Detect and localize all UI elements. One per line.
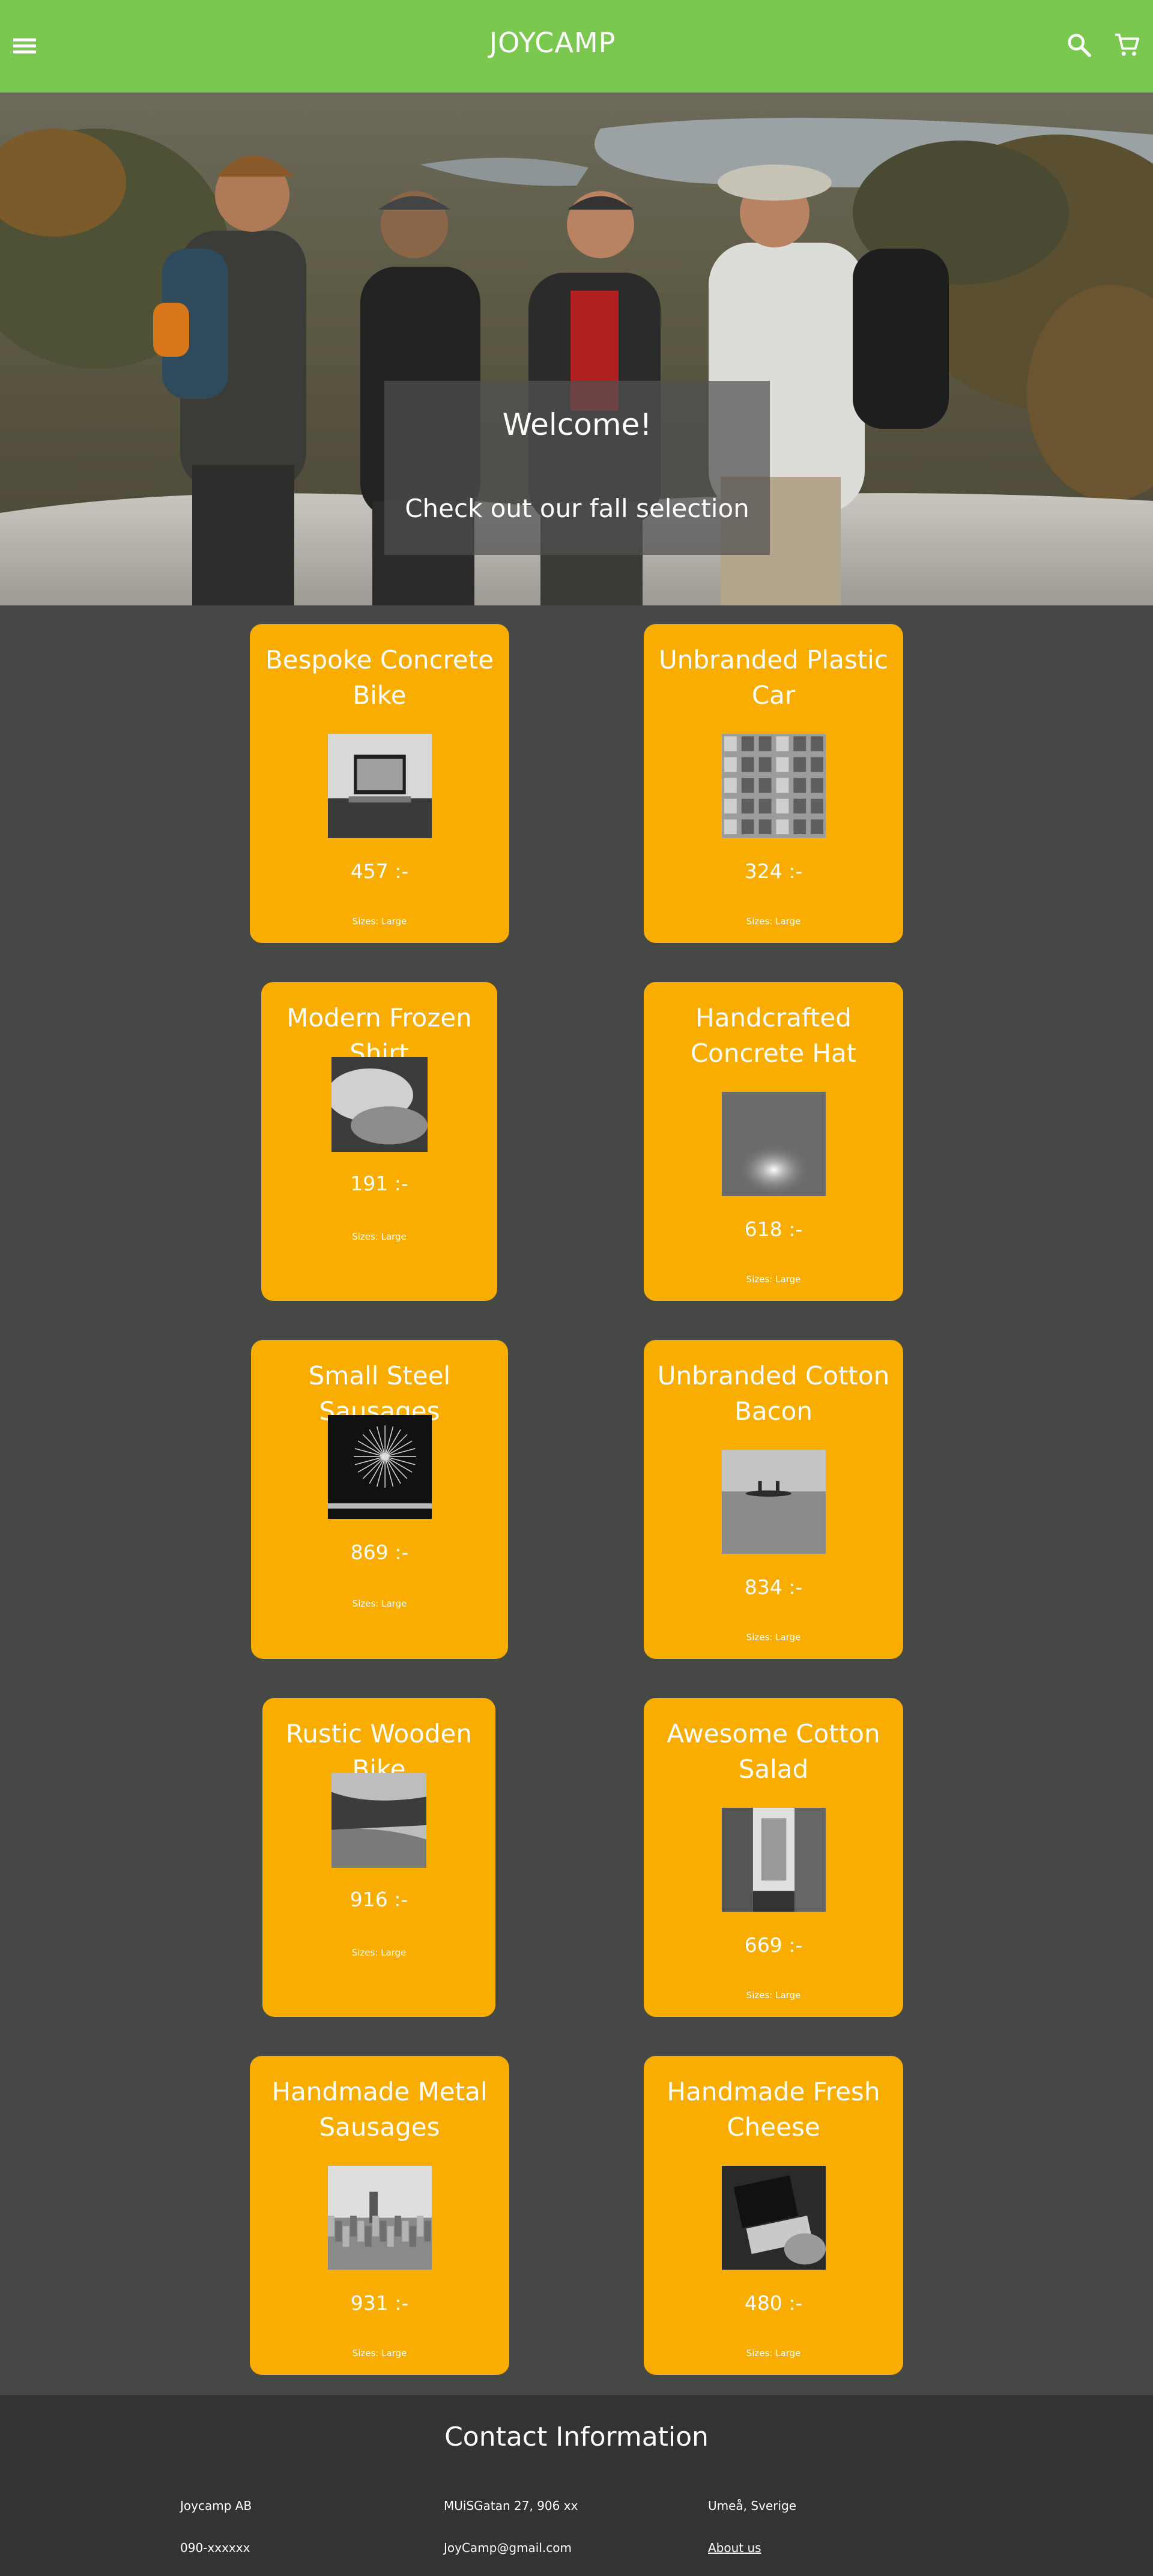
- product-image[interactable]: [331, 1773, 426, 1868]
- product-price: 191 :-: [350, 1172, 408, 1195]
- contact-title: Contact Information: [444, 2422, 709, 2452]
- product-sizes: Sizes: Large: [746, 1274, 801, 1285]
- top-app-bar: JOYCAMP: [0, 0, 1153, 92]
- city-text: Umeå, Sverige: [708, 2499, 797, 2513]
- phone-text: 090-xxxxxx: [180, 2541, 250, 2555]
- product-price: 457 :-: [350, 859, 409, 883]
- hero-banner: Welcome! Check out our fall selection: [0, 92, 1153, 605]
- product-card[interactable]: Handmade Metal Sausages 931 :- Sizes: Larg…: [250, 2056, 509, 2375]
- product-image[interactable]: [327, 1415, 432, 1519]
- address-text: MUiSGatan 27, 906 xx: [444, 2499, 578, 2513]
- product-card[interactable]: Unbranded Plastic Car 324 :- Sizes: Large: [644, 624, 903, 943]
- company-name: Joycamp AB: [180, 2499, 252, 2513]
- product-image[interactable]: [721, 734, 826, 838]
- product-card[interactable]: Unbranded Cotton Bacon 834 :- Sizes: Large: [644, 1340, 903, 1659]
- product-image[interactable]: [721, 2166, 826, 2270]
- product-title: Handmade Metal Sausages: [271, 2077, 488, 2142]
- product-price: 480 :-: [744, 2291, 803, 2315]
- product-sizes: Sizes: Large: [746, 2348, 801, 2359]
- product-card[interactable]: Small Steel Sausages 869 :- Sizes: Large: [251, 1340, 508, 1659]
- product-card[interactable]: Bespoke Concrete Bike 457 :- Sizes: Large: [250, 624, 509, 943]
- product-sizes: Sizes: Large: [746, 1632, 801, 1643]
- brand-title[interactable]: JOYCAMP: [0, 26, 1105, 59]
- product-sizes: Sizes: Large: [352, 2348, 407, 2359]
- product-card[interactable]: Awesome Cotton Salad 669 :- Sizes: Large: [644, 1698, 903, 2017]
- product-title: Awesome Cotton Salad: [667, 1719, 880, 1784]
- cart-icon[interactable]: [1113, 31, 1141, 59]
- product-sizes: Sizes: Large: [351, 1947, 407, 1958]
- product-card[interactable]: Rustic Wooden Bike 916 :- Sizes: Large: [262, 1698, 495, 2017]
- product-title: Handcrafted Concrete Hat: [690, 1003, 857, 1068]
- product-sizes: Sizes: Large: [352, 916, 407, 927]
- about-us-link[interactable]: About us: [708, 2541, 761, 2555]
- product-sizes: Sizes: Large: [746, 1990, 801, 2001]
- search-icon[interactable]: [1065, 31, 1093, 59]
- footer: Contact Information Joycamp AB MUiSGatan…: [0, 2395, 1153, 2576]
- product-sizes: Sizes: Large: [746, 916, 801, 927]
- product-card[interactable]: Handcrafted Concrete Hat 618 :- Sizes: Lar…: [644, 982, 903, 1301]
- product-price: 669 :-: [744, 1933, 803, 1957]
- product-title: Handmade Fresh Cheese: [667, 2077, 880, 2142]
- product-card[interactable]: Handmade Fresh Cheese 480 :- Sizes: Large: [644, 2056, 903, 2375]
- product-price: 931 :-: [350, 2291, 409, 2315]
- product-price: 618 :-: [744, 1217, 803, 1241]
- product-image[interactable]: [327, 2166, 432, 2270]
- product-image[interactable]: [721, 1808, 826, 1912]
- product-price: 324 :-: [744, 859, 803, 883]
- product-title: Unbranded Cotton Bacon: [657, 1361, 890, 1426]
- product-image[interactable]: [331, 1057, 428, 1152]
- product-sizes: Sizes: Large: [352, 1598, 407, 1609]
- product-price: 916 :-: [350, 1888, 408, 1911]
- product-title: Bespoke Concrete Bike: [265, 645, 494, 710]
- product-image[interactable]: [721, 1092, 826, 1196]
- product-image[interactable]: [327, 734, 432, 838]
- product-sizes: Sizes: Large: [352, 1231, 407, 1242]
- product-title: Unbranded Plastic Car: [659, 645, 888, 710]
- product-card[interactable]: Modern Frozen Shirt 191 :- Sizes: Large: [261, 982, 497, 1301]
- hero-subtitle: Check out our fall selection: [405, 494, 749, 523]
- email-text: JoyCamp@gmail.com: [444, 2541, 572, 2555]
- product-image[interactable]: [721, 1450, 826, 1554]
- hero-overlay: Welcome! Check out our fall selection: [384, 381, 770, 555]
- product-price: 834 :-: [744, 1575, 803, 1599]
- product-price: 869 :-: [350, 1541, 409, 1564]
- hero-title: Welcome!: [502, 407, 652, 442]
